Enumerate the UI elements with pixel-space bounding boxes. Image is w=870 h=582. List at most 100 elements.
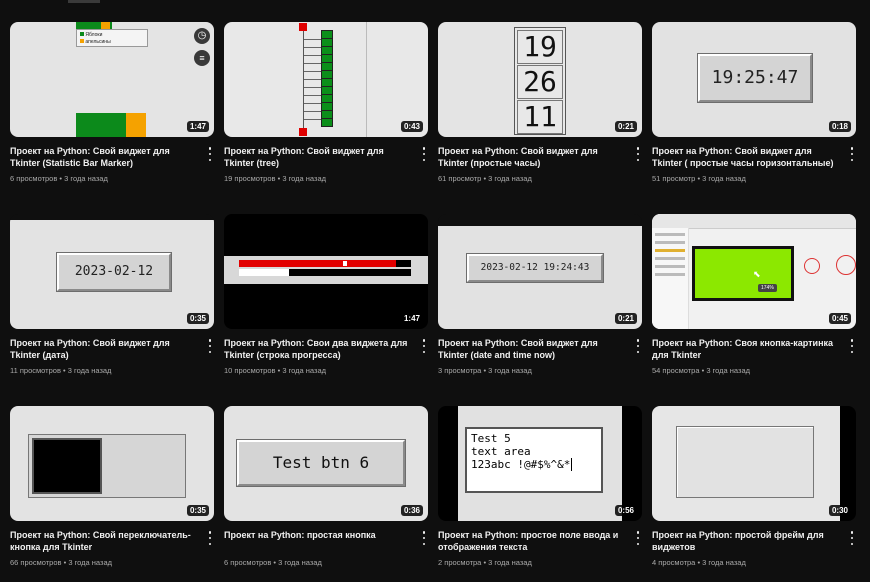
more-options-icon[interactable]	[205, 531, 215, 545]
video-card[interactable]: 2023-02-12 0:35 Проект на Python: Свой в…	[10, 214, 214, 375]
text-line-2: text area	[471, 445, 531, 458]
more-options-icon[interactable]	[633, 147, 643, 161]
progress-bar-bottom	[239, 269, 411, 276]
video-thumbnail[interactable]: 0:30	[652, 406, 856, 521]
red-circle-large	[836, 255, 856, 275]
video-thumbnail[interactable]: 2023-02-12 0:35	[10, 214, 214, 329]
more-options-icon[interactable]	[847, 531, 857, 545]
video-meta: 11 просмотров • 3 года назад	[10, 366, 210, 375]
video-card[interactable]: Test btn 6 0:36 Проект на Python: проста…	[224, 406, 428, 567]
video-card[interactable]: 19:25:47 0:18 Проект на Python: Свой вид…	[652, 22, 856, 183]
video-thumbnail[interactable]: 0:35	[10, 406, 214, 521]
video-card[interactable]: ⬉ 174% 0:45 Проект на Python: Своя кнопк…	[652, 214, 856, 375]
video-title[interactable]: Проект на Python: простой фрейм для видж…	[652, 529, 838, 553]
video-thumbnail[interactable]: ⬉ 174% 0:45	[652, 214, 856, 329]
toggle-knob	[32, 438, 102, 494]
upload-age: 3 года назад	[488, 174, 532, 183]
upload-age: 3 года назад	[282, 174, 326, 183]
divider-line	[366, 22, 367, 137]
view-count: 51 просмотр	[652, 174, 696, 183]
view-count: 19 просмотров	[224, 174, 276, 183]
video-thumbnail[interactable]: 1:47	[224, 214, 428, 329]
video-title[interactable]: Проект на Python: Свои два виджета для T…	[224, 337, 410, 361]
video-thumbnail[interactable]: 19:25:47 0:18	[652, 22, 856, 137]
more-options-icon[interactable]	[419, 147, 429, 161]
legend-apples: Яблоки	[85, 32, 103, 38]
explorer-sidebar	[652, 228, 689, 329]
upload-age: 3 года назад	[64, 174, 108, 183]
video-title[interactable]: Проект на Python: Свой виджет для Tkinte…	[10, 145, 196, 169]
video-duration: 0:30	[828, 505, 851, 516]
more-options-icon[interactable]	[847, 147, 857, 161]
video-title[interactable]: Проект на Python: простое поле ввода и о…	[438, 529, 624, 553]
clock-minutes: 26	[517, 65, 563, 99]
more-options-icon[interactable]	[633, 339, 643, 353]
video-meta: 51 просмотр • 3 года назад	[652, 174, 852, 183]
video-thumbnail[interactable]: Test btn 6 0:36	[224, 406, 428, 521]
video-card[interactable]: 19 26 11 0:21 Проект на Python: Свой вид…	[438, 22, 642, 183]
video-card[interactable]: Test 5 text area 123abc !@#$%^&* 0:56 Пр…	[438, 406, 642, 567]
video-card[interactable]: 1:47 Проект на Python: Свои два виджета …	[224, 214, 428, 375]
top-divider	[0, 0, 870, 4]
video-thumbnail[interactable]: 2023-02-12 19:24:43 0:21	[438, 214, 642, 329]
video-card[interactable]: 2023-02-12 19:24:43 0:21 Проект на Pytho…	[438, 214, 642, 375]
video-thumbnail[interactable]: Яблоки апельсины ◷ ≡ 1:47	[10, 22, 214, 137]
view-count: 2 просмотра	[438, 558, 482, 567]
video-meta: 3 просмотра • 3 года назад	[438, 366, 638, 375]
video-meta: 19 просмотров • 3 года назад	[224, 174, 424, 183]
explorer-toolbar	[652, 214, 856, 229]
more-options-icon[interactable]	[847, 339, 857, 353]
video-meta: 66 просмотров • 3 года назад	[10, 558, 210, 567]
video-title[interactable]: Проект на Python: Свой виджет для Tkinte…	[652, 145, 838, 169]
video-thumbnail[interactable]: 0:43	[224, 22, 428, 137]
video-title[interactable]: Проект на Python: Свой виджет для Tkinte…	[10, 337, 196, 361]
upload-age: 3 года назад	[67, 366, 112, 375]
video-thumbnail[interactable]: 19 26 11 0:21	[438, 22, 642, 137]
tree-root-node	[299, 23, 307, 31]
progress-fill-white	[239, 269, 289, 276]
more-options-icon[interactable]	[419, 339, 429, 353]
video-card[interactable]: 0:30 Проект на Python: простой фрейм для…	[652, 406, 856, 567]
video-card[interactable]: 0:43 Проект на Python: Свой виджет для T…	[224, 22, 428, 183]
video-title[interactable]: Проект на Python: Свой виджет для Tkinte…	[224, 145, 410, 169]
view-count: 10 просмотров	[224, 366, 276, 375]
progress-bar-top	[239, 260, 411, 267]
video-title[interactable]: Проект на Python: простая кнопка	[224, 529, 410, 541]
scroll-indicator	[68, 0, 100, 3]
video-card[interactable]: Яблоки апельсины ◷ ≡ 1:47 Проект на Pyth…	[10, 22, 214, 183]
more-options-icon[interactable]	[205, 339, 215, 353]
video-duration: 0:21	[614, 313, 637, 324]
upload-age: 3 года назад	[488, 366, 532, 375]
clock-vertical: 19 26 11	[514, 27, 566, 135]
view-count: 3 просмотра	[438, 366, 482, 375]
text-area: Test 5 text area 123abc !@#$%^&*	[465, 427, 603, 493]
video-duration: 0:18	[828, 121, 851, 132]
progress-marker	[343, 261, 347, 266]
image-button: ⬉ 174%	[692, 246, 794, 301]
progress-fill-red	[239, 260, 396, 267]
video-duration: 0:35	[186, 505, 209, 516]
tree-branches	[304, 32, 321, 122]
zoom-badge: 174%	[758, 284, 777, 292]
tree-end-node	[299, 128, 307, 136]
add-to-queue-icon[interactable]: ≡	[194, 50, 210, 66]
view-count: 6 просмотров	[224, 558, 272, 567]
video-title[interactable]: Проект на Python: Свой виджет для Tkinte…	[438, 337, 624, 361]
video-thumbnail[interactable]: Test 5 text area 123abc !@#$%^&* 0:56	[438, 406, 642, 521]
more-options-icon[interactable]	[419, 531, 429, 545]
video-duration: 0:56	[614, 505, 637, 516]
view-count: 6 просмотров	[10, 174, 58, 183]
more-options-icon[interactable]	[205, 147, 215, 161]
video-title[interactable]: Проект на Python: Свой виджет для Tkinte…	[438, 145, 624, 169]
view-count: 61 просмотр	[438, 174, 482, 183]
more-options-icon[interactable]	[633, 531, 643, 545]
watch-later-icon[interactable]: ◷	[194, 28, 210, 44]
video-title[interactable]: Проект на Python: Свой переключатель-кно…	[10, 529, 196, 553]
video-title[interactable]: Проект на Python: Своя кнопка-картинка д…	[652, 337, 838, 361]
bar-orange-top	[101, 22, 110, 29]
frame-widget	[676, 426, 814, 498]
text-line-3: 123abc !@#$%^&*	[471, 458, 573, 471]
date-label: 2023-02-12	[57, 253, 171, 291]
video-duration: 0:21	[614, 121, 637, 132]
video-card[interactable]: 0:35 Проект на Python: Свой переключател…	[10, 406, 214, 567]
